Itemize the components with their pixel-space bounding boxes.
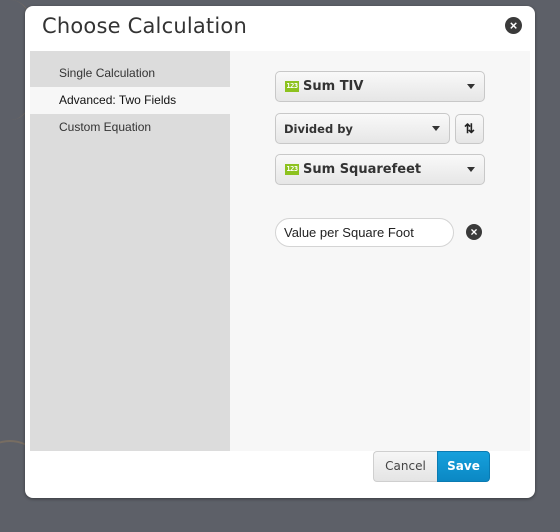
swap-fields-button[interactable]: ⇅	[455, 114, 484, 144]
chevron-down-icon	[467, 167, 475, 172]
second-field-select[interactable]: 123 Sum Squarefeet	[275, 154, 485, 185]
dialog-title: Choose Calculation	[42, 14, 247, 38]
chevron-down-icon	[467, 84, 475, 89]
second-field-value: Sum Squarefeet	[303, 162, 422, 177]
swap-arrows-icon: ⇅	[464, 121, 475, 136]
clear-name-icon[interactable]: ×	[466, 224, 482, 240]
chevron-down-icon	[432, 126, 440, 131]
numeric-field-icon: 123	[285, 81, 299, 92]
save-button[interactable]: Save	[437, 451, 490, 482]
sidebar-item-advanced-two-fields[interactable]: Advanced: Two Fields	[30, 87, 230, 114]
sidebar-item-single-calculation[interactable]: Single Calculation	[30, 60, 230, 87]
choose-calculation-dialog: Choose Calculation × Single Calculation …	[25, 6, 535, 498]
calculation-name-input[interactable]	[275, 218, 454, 247]
numeric-field-icon: 123	[285, 164, 299, 175]
first-field-select[interactable]: 123 Sum TIV	[275, 71, 485, 102]
first-field-value: Sum TIV	[303, 79, 364, 94]
calculation-type-sidebar: Single Calculation Advanced: Two Fields …	[30, 51, 230, 451]
operator-value: Divided by	[284, 122, 353, 136]
close-icon[interactable]: ×	[505, 17, 522, 34]
cancel-button[interactable]: Cancel	[373, 451, 437, 482]
operator-select[interactable]: Divided by	[275, 113, 450, 144]
dialog-body: Single Calculation Advanced: Two Fields …	[30, 51, 530, 451]
sidebar-item-custom-equation[interactable]: Custom Equation	[30, 114, 230, 141]
calculation-form: 123 Sum TIV Divided by ⇅ 123 Sum Squaref…	[230, 51, 530, 451]
